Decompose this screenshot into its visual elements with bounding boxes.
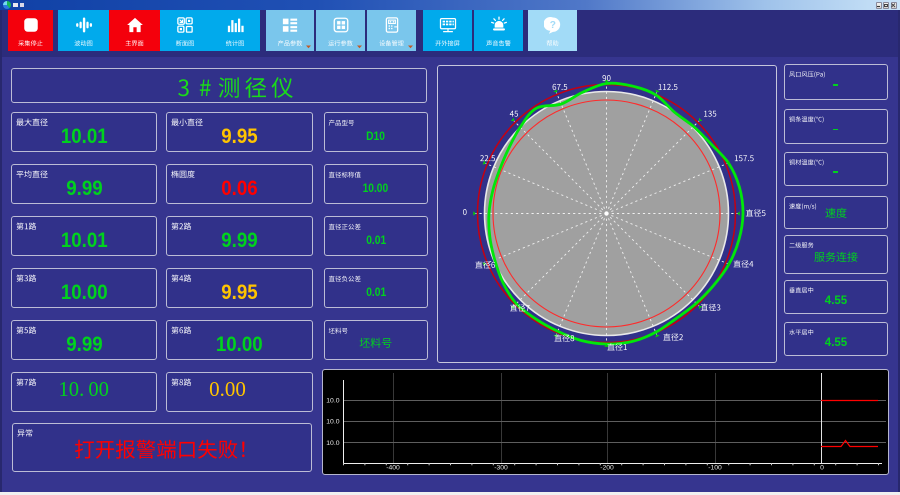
svg-text:-400: -400 [386,465,400,472]
svg-text:10.0: 10.0 [326,419,339,426]
svg-text:0: 0 [820,465,824,472]
svg-text:-100: -100 [708,465,722,472]
svg-text:-200: -200 [600,465,614,472]
svg-text:10.0: 10.0 [326,440,339,447]
svg-text:-300: -300 [494,465,508,472]
svg-text:10.0: 10.0 [326,397,339,404]
svg-text:?: ? [549,20,555,31]
